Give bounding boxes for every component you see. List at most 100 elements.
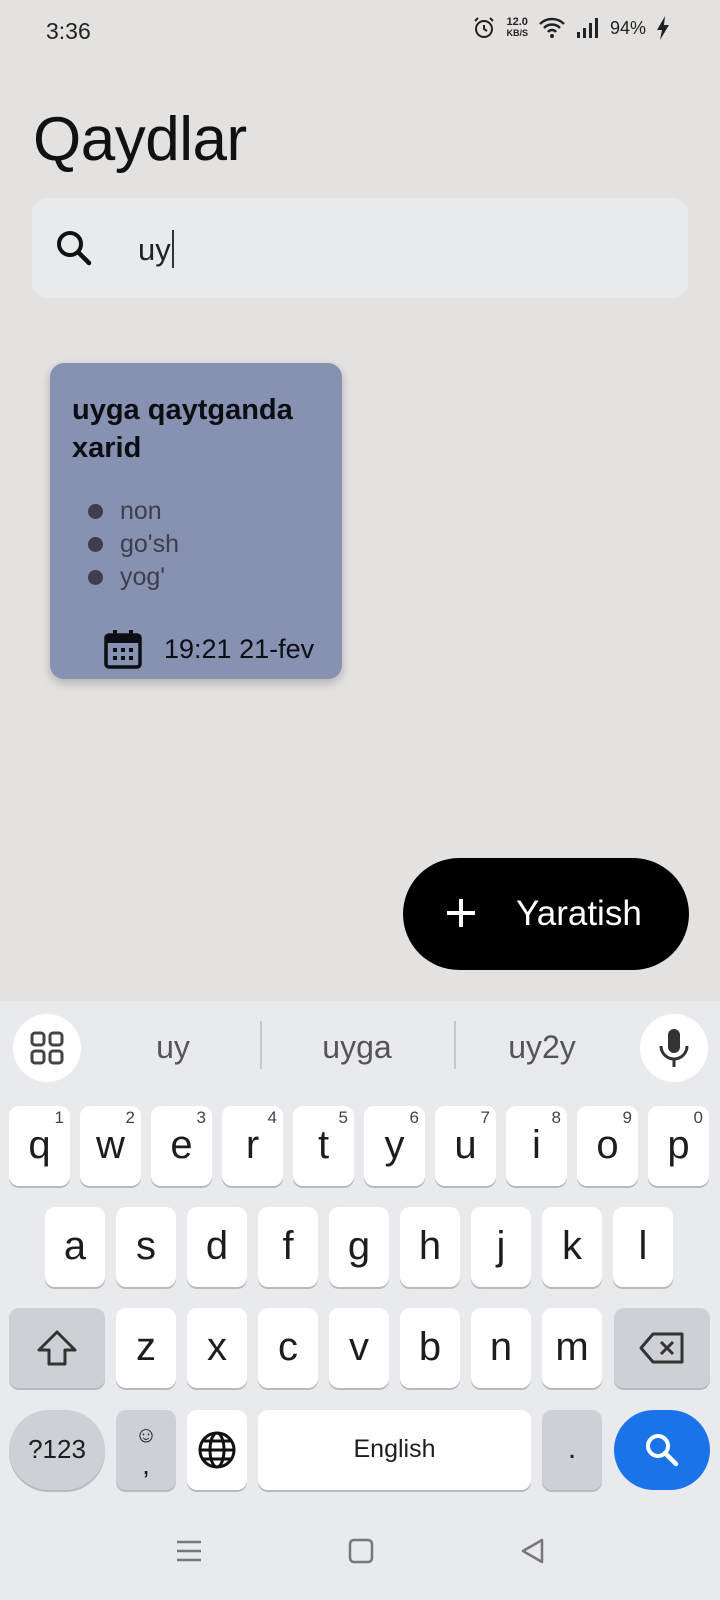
key-b[interactable]: b: [400, 1308, 460, 1388]
create-button-label: Yaratish: [516, 894, 642, 933]
plus-icon: [447, 899, 475, 927]
search-input[interactable]: uy: [32, 198, 688, 298]
list-item: non: [88, 495, 179, 528]
note-items: non go'sh yog': [88, 495, 179, 594]
suggestion-3[interactable]: uy2y: [452, 1029, 632, 1066]
key-r[interactable]: r4: [222, 1106, 283, 1186]
note-date: 19:21 21-fev: [164, 633, 315, 664]
navigation-bar: [0, 1510, 720, 1600]
key-w[interactable]: w2: [80, 1106, 141, 1186]
key-t[interactable]: t5: [293, 1106, 354, 1186]
bullet-icon: [88, 537, 103, 552]
key-l[interactable]: l: [613, 1207, 673, 1287]
key-hint: 5: [338, 1108, 348, 1127]
key-a[interactable]: a: [45, 1207, 105, 1287]
bullet-icon: [88, 504, 103, 519]
bullet-icon: [88, 570, 103, 585]
backspace-key[interactable]: [614, 1308, 710, 1388]
key-hint: 4: [267, 1108, 277, 1127]
alarm-icon: [474, 17, 495, 38]
search-icon: [646, 1434, 679, 1467]
list-item: go'sh: [88, 528, 179, 561]
net-speed: 12.0 KB/S: [506, 17, 528, 39]
calendar-icon: [104, 630, 142, 669]
key-j[interactable]: j: [471, 1207, 531, 1287]
key-s[interactable]: s: [116, 1207, 176, 1287]
period-key[interactable]: .: [542, 1410, 602, 1490]
shift-icon: [37, 1330, 77, 1366]
key-u[interactable]: u7: [435, 1106, 496, 1186]
recents-icon[interactable]: [176, 1538, 202, 1564]
space-key[interactable]: English: [258, 1410, 531, 1490]
text-cursor: [171, 230, 174, 268]
suggestion-divider: [260, 1021, 262, 1069]
key-label: y: [384, 1123, 405, 1167]
key-m[interactable]: m: [542, 1308, 602, 1388]
key-hint: 6: [409, 1108, 419, 1127]
key-z[interactable]: z: [116, 1308, 176, 1388]
note-date-row: 19:21 21-fev: [104, 629, 314, 669]
key-q[interactable]: q1: [9, 1106, 70, 1186]
net-speed-unit: KB/S: [506, 28, 528, 38]
shift-key[interactable]: [9, 1308, 105, 1388]
key-hint: 0: [693, 1108, 703, 1127]
key-label: p: [667, 1123, 690, 1167]
emoji-glyph: ☺: [134, 1422, 158, 1447]
home-icon[interactable]: [348, 1538, 374, 1564]
key-label: r: [245, 1123, 260, 1167]
suggestion-2[interactable]: uyga: [267, 1029, 447, 1066]
key-label: t: [317, 1123, 330, 1167]
voice-input-button[interactable]: [640, 1014, 708, 1082]
charging-icon: [657, 16, 669, 40]
key-y[interactable]: y6: [364, 1106, 425, 1186]
item-text: non: [120, 497, 162, 525]
language-key[interactable]: [187, 1410, 247, 1490]
key-d[interactable]: d: [187, 1207, 247, 1287]
key-e[interactable]: e3: [151, 1106, 212, 1186]
key-hint: 7: [480, 1108, 490, 1127]
key-label: o: [596, 1123, 619, 1167]
note-card[interactable]: uyga qaytganda xarid non go'sh yog' 19:2…: [50, 363, 342, 679]
create-note-button[interactable]: Yaratish: [403, 858, 689, 970]
search-submit-key[interactable]: [614, 1410, 710, 1490]
back-icon[interactable]: [520, 1538, 546, 1564]
key-label: i: [532, 1123, 541, 1167]
globe-icon: [198, 1431, 236, 1469]
key-c[interactable]: c: [258, 1308, 318, 1388]
wifi-icon: [539, 17, 565, 38]
key-label: e: [170, 1123, 193, 1167]
key-f[interactable]: f: [258, 1207, 318, 1287]
item-text: yog': [120, 563, 166, 591]
key-hint: 1: [54, 1108, 64, 1127]
apps-grid-icon: [30, 1031, 64, 1065]
net-speed-value: 12.0: [506, 16, 528, 28]
key-x[interactable]: x: [187, 1308, 247, 1388]
search-value: uy: [138, 230, 174, 268]
key-hint: 2: [125, 1108, 135, 1127]
symbols-key[interactable]: ?123: [9, 1410, 105, 1490]
key-i[interactable]: i8: [506, 1106, 567, 1186]
search-icon: [57, 231, 92, 266]
key-o[interactable]: o9: [577, 1106, 638, 1186]
key-g[interactable]: g: [329, 1207, 389, 1287]
microphone-icon: [659, 1029, 689, 1067]
key-hint: 8: [551, 1108, 561, 1127]
key-h[interactable]: h: [400, 1207, 460, 1287]
key-label: w: [96, 1123, 125, 1167]
note-title: uyga qaytganda xarid: [72, 394, 293, 464]
keyboard-menu-button[interactable]: [13, 1014, 81, 1082]
key-k[interactable]: k: [542, 1207, 602, 1287]
page-title: Qaydlar: [33, 105, 247, 174]
key-p[interactable]: p0: [648, 1106, 709, 1186]
key-hint: 9: [622, 1108, 632, 1127]
key-v[interactable]: v: [329, 1308, 389, 1388]
emoji-key[interactable]: ☺ ,: [116, 1410, 176, 1490]
key-label: u: [454, 1123, 477, 1167]
search-query: uy: [138, 232, 171, 267]
key-n[interactable]: n: [471, 1308, 531, 1388]
suggestion-1[interactable]: uy: [83, 1029, 263, 1066]
status-time: 3:36: [46, 18, 91, 44]
status-icons: 12.0 KB/S 94%: [472, 16, 670, 40]
list-item: yog': [88, 561, 179, 594]
battery-percent: 94%: [609, 17, 646, 38]
